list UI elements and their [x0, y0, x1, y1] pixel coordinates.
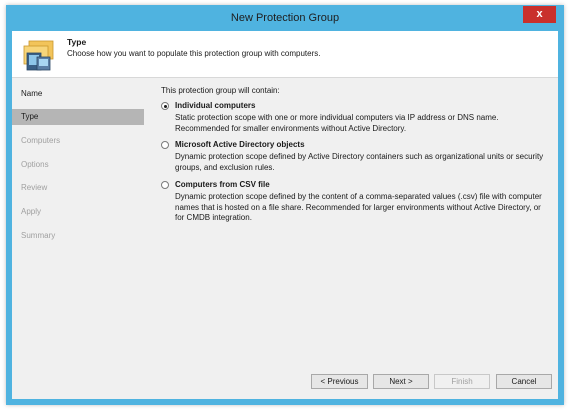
sidebar-item-type[interactable]: Type [12, 109, 144, 125]
wizard-window: New Protection Group x Type Choose how y… [6, 5, 564, 405]
step-title: Type [67, 37, 87, 47]
option-label[interactable]: Computers from CSV file [175, 180, 270, 189]
step-subtitle: Choose how you want to populate this pro… [67, 49, 321, 58]
option-description: Dynamic protection scope defined by the … [175, 192, 542, 222]
sidebar-item-name[interactable]: Name [12, 86, 144, 102]
content-lead-text: This protection group will contain: [161, 86, 280, 95]
wizard-body: Type Choose how you want to populate thi… [12, 31, 558, 399]
wizard-steps-sidebar: Name Type Computers Options Review Apply… [12, 78, 144, 399]
window-title: New Protection Group [230, 12, 340, 24]
close-button[interactable]: x [523, 6, 556, 23]
radio-individual-computers[interactable] [161, 102, 169, 110]
finish-button: Finish [434, 374, 490, 389]
sidebar-item-review: Review [21, 183, 48, 192]
step-header: Type Choose how you want to populate thi… [12, 31, 558, 78]
radio-active-directory[interactable] [161, 141, 169, 149]
sidebar-item-computers: Computers [21, 136, 61, 145]
step-content: This protection group will contain: Indi… [144, 78, 558, 399]
sidebar-item-options: Options [21, 160, 49, 169]
option-description: Dynamic protection scope defined by Acti… [175, 152, 544, 172]
radio-selected-dot [163, 104, 167, 108]
option-label[interactable]: Microsoft Active Directory objects [175, 140, 305, 149]
radio-csv-file[interactable] [161, 181, 169, 189]
title-bar[interactable]: New Protection Group x [6, 5, 564, 31]
cancel-button[interactable]: Cancel [496, 374, 552, 389]
option-label[interactable]: Individual computers [175, 101, 255, 110]
next-button[interactable]: Next > [373, 374, 429, 389]
sidebar-item-apply: Apply [21, 207, 42, 216]
previous-button[interactable]: < Previous [311, 374, 368, 389]
option-description: Static protection scope with one or more… [175, 113, 499, 133]
protection-group-icon [23, 40, 54, 71]
sidebar-item-summary: Summary [21, 231, 56, 240]
